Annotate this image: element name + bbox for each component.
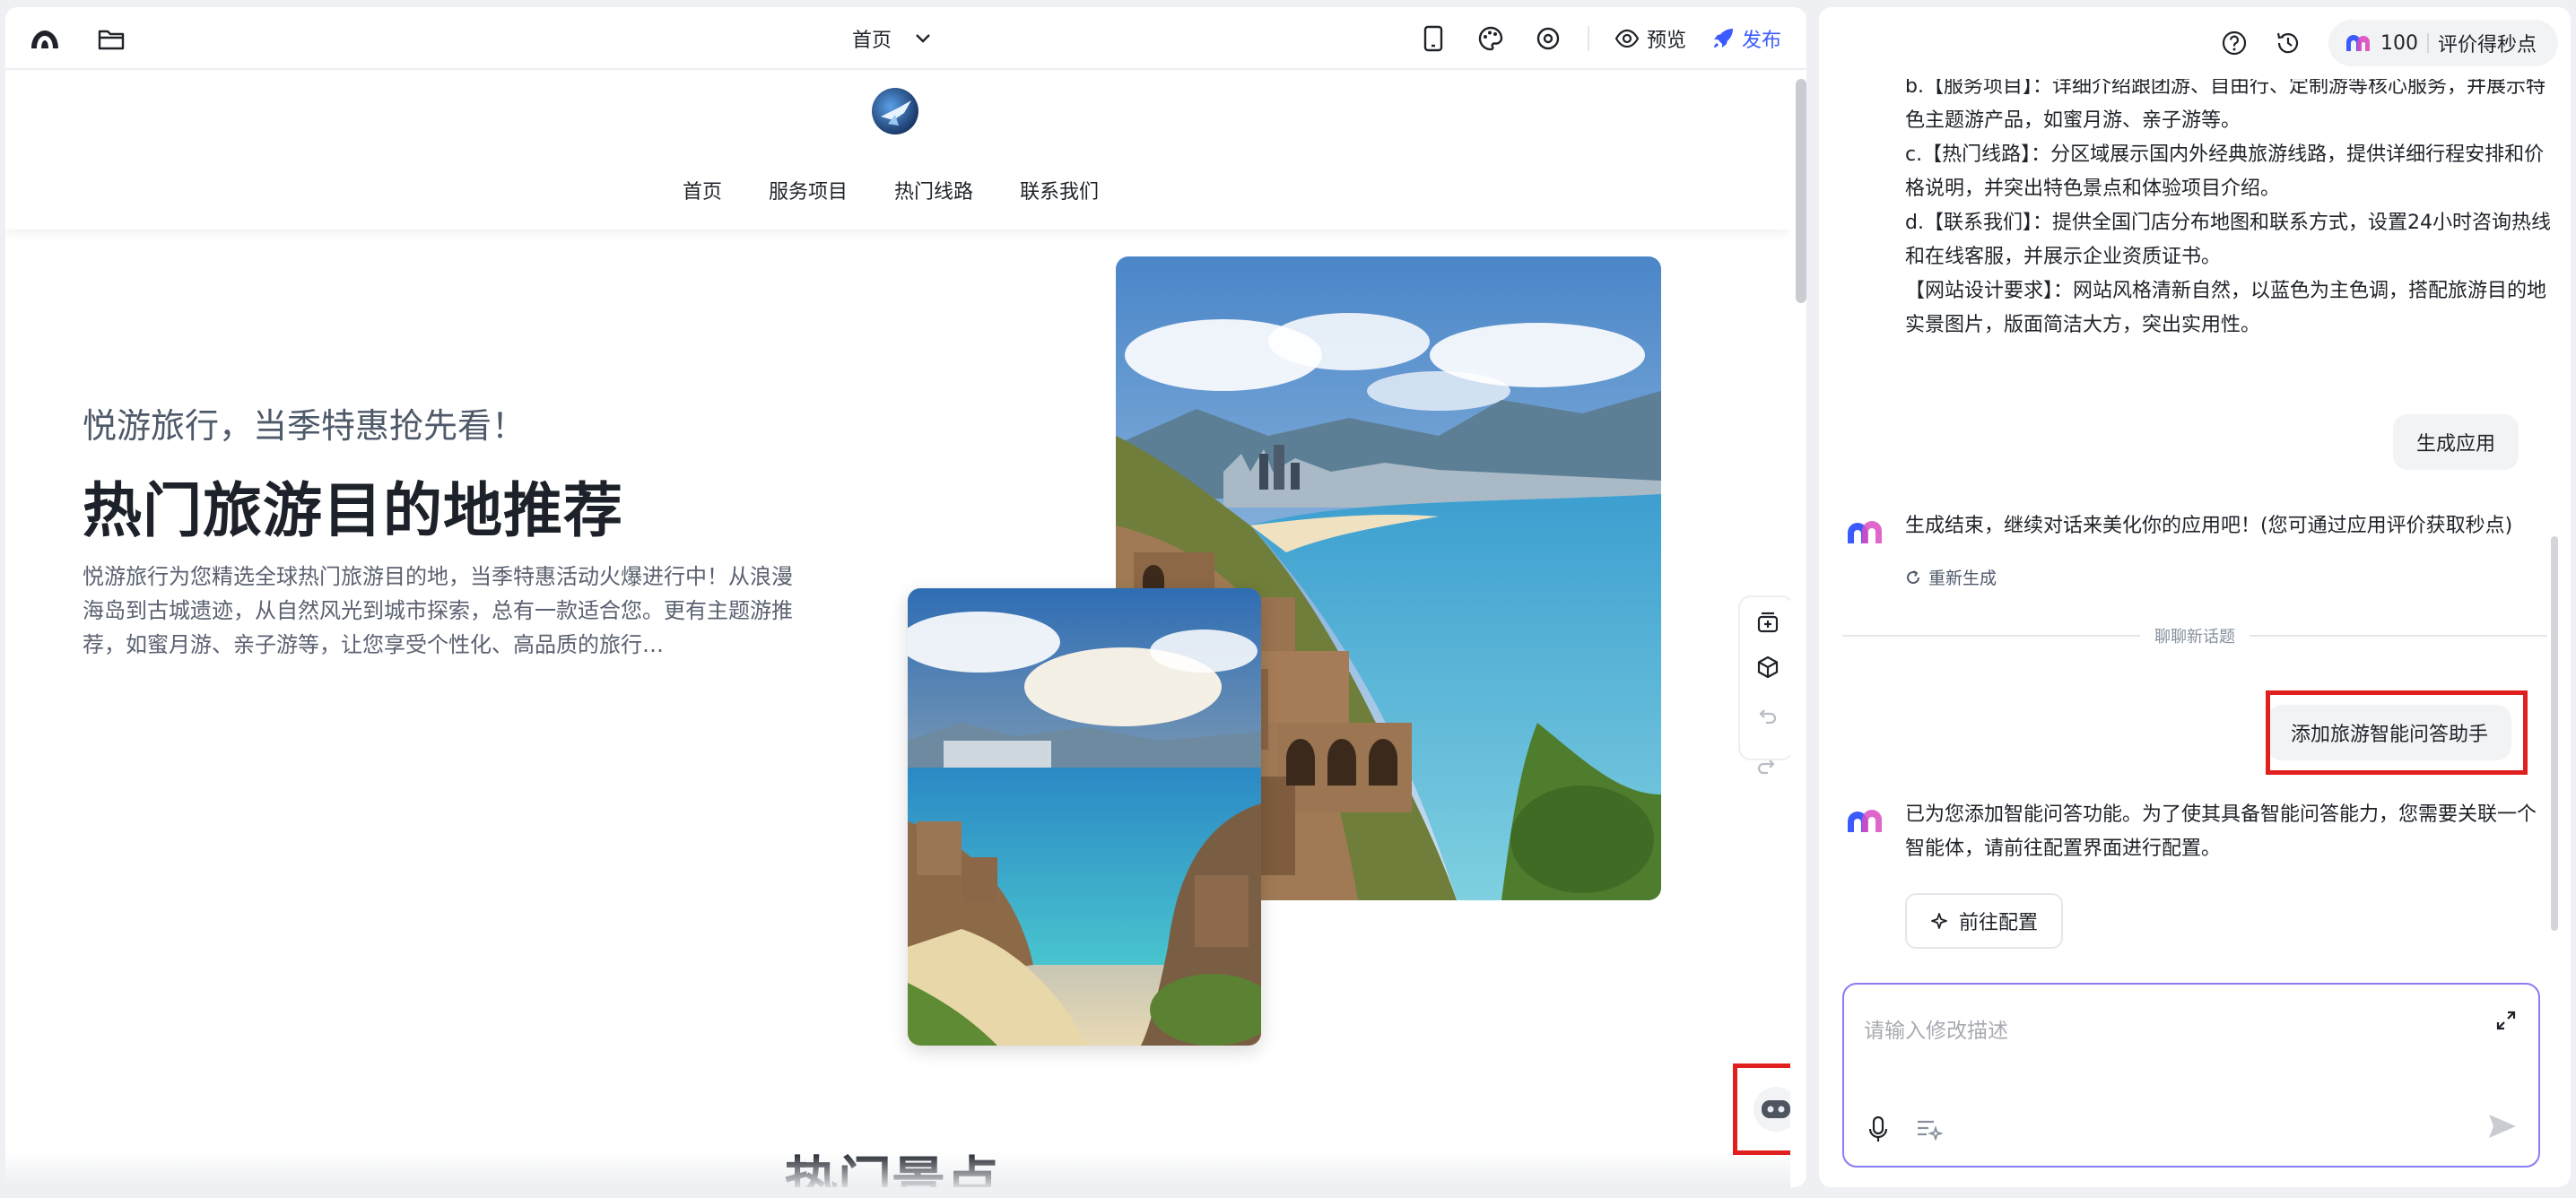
preview-scrollbar[interactable] [1796,79,1806,303]
input-placeholder: 请输入修改描述 [1864,1020,2008,1043]
regenerate-label: 重新生成 [1928,569,1997,588]
requirement-item: 【网站设计要求】：网站风格清新自然，以蓝色为主色调，搭配旅游目的地实景图片，版面… [1905,280,2547,336]
refresh-icon [1905,569,1921,586]
expand-icon[interactable] [2495,1010,2517,1031]
preview-button[interactable]: 预览 [1614,24,1686,53]
page-selector[interactable]: 首页 [852,20,931,57]
toolbar-divider [1587,26,1589,51]
send-icon[interactable] [2486,1112,2519,1141]
component-cube-icon[interactable] [1754,653,1782,681]
divider-line [1842,635,2140,637]
site-header: 首页 服务项目 热门线路 联系我们 [5,70,1790,230]
user-message-text: 生成应用 [2416,433,2496,456]
assistant-pane: 100 评价得秒点 b.【服务项目】：详细介绍跟团游、自由行、定制游等核心服务，… [1819,7,2571,1187]
sparkle-icon [1930,912,1948,930]
divider-line [2250,635,2547,637]
new-topic-divider: 聊聊新话题 [1842,622,2547,649]
eye-icon [1614,29,1640,48]
preview-side-toolbar [1738,595,1790,760]
site-nav-contact[interactable]: 联系我们 [1020,176,1099,204]
microphone-icon[interactable] [1867,1116,1889,1144]
palette-icon[interactable] [1473,21,1509,56]
points-logo-icon [2345,33,2371,53]
help-icon[interactable] [2221,30,2248,56]
go-config-button[interactable]: 前往配置 [1905,893,2064,949]
edit-prompt-input[interactable]: 请输入修改描述 [1842,983,2540,1168]
highlight-box [2266,690,2528,775]
go-config-label: 前往配置 [1959,912,2039,934]
prompt-template-icon[interactable] [1916,1117,1943,1141]
page-selector-label: 首页 [852,30,892,52]
regenerate-button[interactable]: 重新生成 [1905,565,1997,589]
hero-title: 热门旅游目的地推荐 [83,476,623,545]
editor-pane: 首页 预览 发布 首页 服务项目 热门线路 联系我们 悦游旅行，当季特惠抢先看！… [5,7,1806,1187]
mobile-view-icon[interactable] [1415,21,1451,56]
points-badge[interactable]: 100 评价得秒点 [2328,20,2558,66]
site-nav-services[interactable]: 服务项目 [769,176,848,204]
editor-toolbar: 首页 预览 发布 [5,7,1806,70]
hero-subtitle: 悦游旅行，当季特惠抢先看！ [83,406,527,446]
target-settings-icon[interactable] [1530,21,1566,56]
site-nav-home[interactable]: 首页 [683,176,722,204]
hero-description: 悦游旅行为您精选全球热门旅游目的地，当季特惠活动火爆进行中！从浪漫海岛到古城遗迹… [83,564,793,657]
undo-icon[interactable] [1754,701,1782,730]
site-nav: 首页 服务项目 热门线路 联系我们 [5,176,1790,204]
chat-scrollbar[interactable] [2551,536,2558,931]
requirement-item: b.【服务项目】：详细介绍跟团游、自由行、定制游等核心服务，并展示特色主题游产品… [1905,79,2546,132]
requirement-item: c.【热门线路】：分区域展示国内外经典旅游线路，提供详细行程安排和价格说明，并突… [1905,143,2545,200]
assistant-avatar-icon [1846,518,1884,545]
chatbot-widget-button[interactable] [1733,1063,1790,1155]
points-value: 100 [2380,31,2418,55]
site-preview: 首页 服务项目 热门线路 联系我们 悦游旅行，当季特惠抢先看！ 热门旅游目的地推… [5,70,1790,1187]
publish-button[interactable]: 发布 [1711,24,1781,53]
hero-image-beach-fortress [908,588,1261,1046]
user-message-generate: 生成应用 [2393,414,2519,470]
rocket-icon [1711,27,1735,50]
robot-icon [1754,1087,1790,1132]
chevron-down-icon [915,33,931,44]
redo-icon[interactable] [1752,751,1780,780]
assistant-message-config: 已为您添加智能问答功能。为了使其具备智能问答能力，您需要关联一个智能体，请前往配… [1905,803,2537,860]
preview-label: 预览 [1646,30,1686,52]
requirements-message: b.【服务项目】：详细介绍跟团游、自由行、定制游等核心服务，并展示特色主题游产品… [1905,79,2551,343]
points-divider [2426,33,2429,53]
add-section-icon[interactable] [1754,608,1782,637]
site-logo[interactable] [872,88,918,135]
chat-thread: b.【服务项目】：详细介绍跟团游、自由行、定制游等核心服务，并展示特色主题游产品… [1819,79,2571,958]
points-label: 评价得秒点 [2437,34,2537,56]
assistant-avatar-icon [1846,807,1884,834]
site-nav-routes[interactable]: 热门线路 [894,176,973,204]
preview-bottom-fade [5,1151,1790,1187]
assistant-message-generated: 生成结束，继续对话来美化你的应用吧！(您可通过应用评价获取秒点) [1905,515,2513,537]
requirement-item: d.【联系我们】：提供全国门店分布地图和联系方式，设置24小时咨询热线和在线客服… [1905,212,2551,268]
history-icon[interactable] [2275,30,2302,56]
app-logo-icon[interactable] [29,25,61,54]
folder-icon[interactable] [95,25,127,54]
new-topic-label[interactable]: 聊聊新话题 [2154,624,2235,647]
publish-label: 发布 [1741,30,1781,52]
